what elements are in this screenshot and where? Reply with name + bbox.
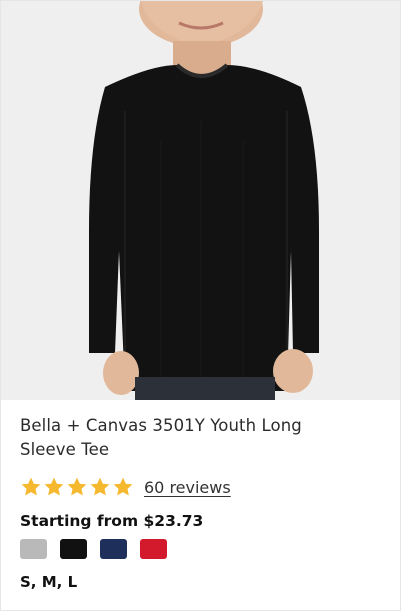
color-swatch[interactable]	[20, 539, 47, 559]
product-card[interactable]: Bella + Canvas 3501Y Youth Long Sleeve T…	[0, 0, 401, 611]
product-image[interactable]	[1, 1, 400, 400]
star-rating	[20, 476, 134, 498]
product-title[interactable]: Bella + Canvas 3501Y Youth Long Sleeve T…	[20, 414, 381, 462]
star-icon	[66, 476, 88, 498]
color-swatch[interactable]	[60, 539, 87, 559]
product-photo	[1, 1, 400, 400]
star-icon	[20, 476, 42, 498]
color-swatch[interactable]	[100, 539, 127, 559]
color-swatch[interactable]	[140, 539, 167, 559]
sizes-label: S, M, L	[20, 573, 78, 591]
star-icon	[112, 476, 134, 498]
star-icon	[43, 476, 65, 498]
color-swatches	[20, 539, 381, 559]
price-label: Starting from $23.73	[20, 512, 204, 530]
product-info: Bella + Canvas 3501Y Youth Long Sleeve T…	[20, 414, 381, 591]
reviews-link[interactable]: 60 reviews	[144, 478, 231, 497]
star-icon	[89, 476, 111, 498]
rating-row: 60 reviews	[20, 474, 381, 500]
